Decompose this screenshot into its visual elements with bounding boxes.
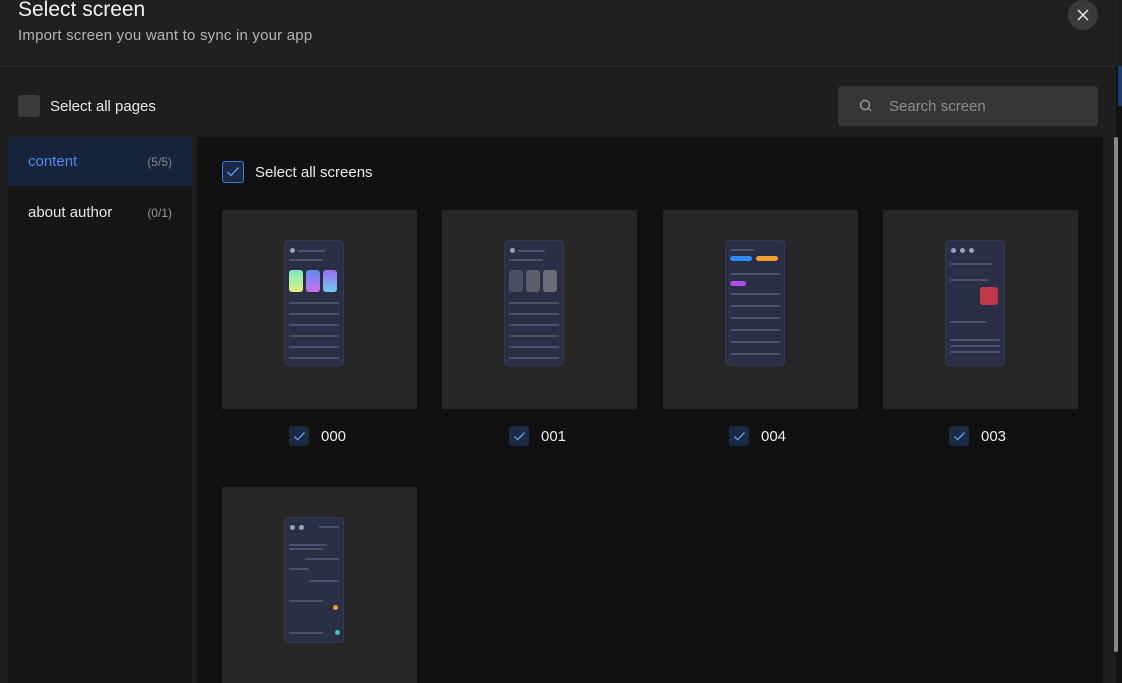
search-input[interactable]: [887, 96, 1091, 116]
scrollbar-accent: [1118, 66, 1122, 106]
scrollbar-thumb[interactable]: [1114, 137, 1118, 652]
check-icon: [513, 431, 525, 441]
select-all-pages-checkbox[interactable]: [18, 95, 40, 117]
screen-name: 001: [541, 427, 567, 445]
check-icon: [953, 431, 965, 441]
screen-name: 000: [321, 427, 347, 445]
check-icon: [227, 167, 240, 177]
screen-thumbnail: [505, 241, 563, 365]
screen-checkbox[interactable]: [729, 426, 749, 446]
screens-panel: Select all screens 000 001 004 003: [197, 137, 1103, 683]
screen-card-001[interactable]: [442, 210, 637, 409]
screen-card-000[interactable]: [222, 210, 417, 409]
close-button[interactable]: [1068, 0, 1098, 30]
modal-subtitle: Import screen you want to sync in your a…: [18, 27, 313, 44]
screen-checkbox[interactable]: [289, 426, 309, 446]
sidebar-item-label: about author: [28, 204, 113, 221]
screen-checkbox[interactable]: [509, 426, 529, 446]
sidebar-item-about-author[interactable]: about author (0/1): [8, 188, 192, 237]
sidebar-item-content[interactable]: content (5/5): [8, 137, 192, 186]
screen-caption-001[interactable]: 001: [509, 426, 566, 446]
screen-card-chat[interactable]: [222, 487, 417, 683]
screen-thumbnail: [285, 241, 343, 365]
screen-thumbnail: [285, 518, 343, 642]
select-all-screens-label: Select all screens: [255, 163, 373, 181]
sidebar-item-label: content: [28, 153, 78, 170]
screen-caption-003[interactable]: 003: [949, 426, 1006, 446]
sidebar-item-count: (5/5): [147, 154, 172, 169]
screen-card-003[interactable]: [883, 210, 1078, 409]
select-all-pages-label: Select all pages: [50, 97, 156, 115]
select-all-screens[interactable]: Select all screens: [222, 161, 373, 183]
screen-card-004[interactable]: [663, 210, 858, 409]
select-all-screens-checkbox[interactable]: [222, 161, 244, 183]
screen-name: 004: [761, 427, 787, 445]
close-icon: [1077, 9, 1089, 21]
screen-caption-004[interactable]: 004: [729, 426, 786, 446]
search-box[interactable]: [838, 86, 1098, 126]
select-all-pages[interactable]: Select all pages: [18, 95, 156, 117]
check-icon: [733, 431, 745, 441]
screen-name: 003: [981, 427, 1007, 445]
screen-thumbnail: [946, 241, 1004, 365]
screen-caption-000[interactable]: 000: [289, 426, 346, 446]
screen-thumbnail: [726, 241, 784, 365]
modal-title: Select screen: [18, 0, 146, 21]
screen-checkbox[interactable]: [949, 426, 969, 446]
check-icon: [293, 431, 305, 441]
modal-header: Select screen Import screen you want to …: [0, 0, 1118, 67]
sidebar-item-count: (0/1): [147, 205, 172, 220]
page-sidebar: content (5/5) about author (0/1): [8, 137, 192, 683]
search-icon: [858, 98, 874, 114]
